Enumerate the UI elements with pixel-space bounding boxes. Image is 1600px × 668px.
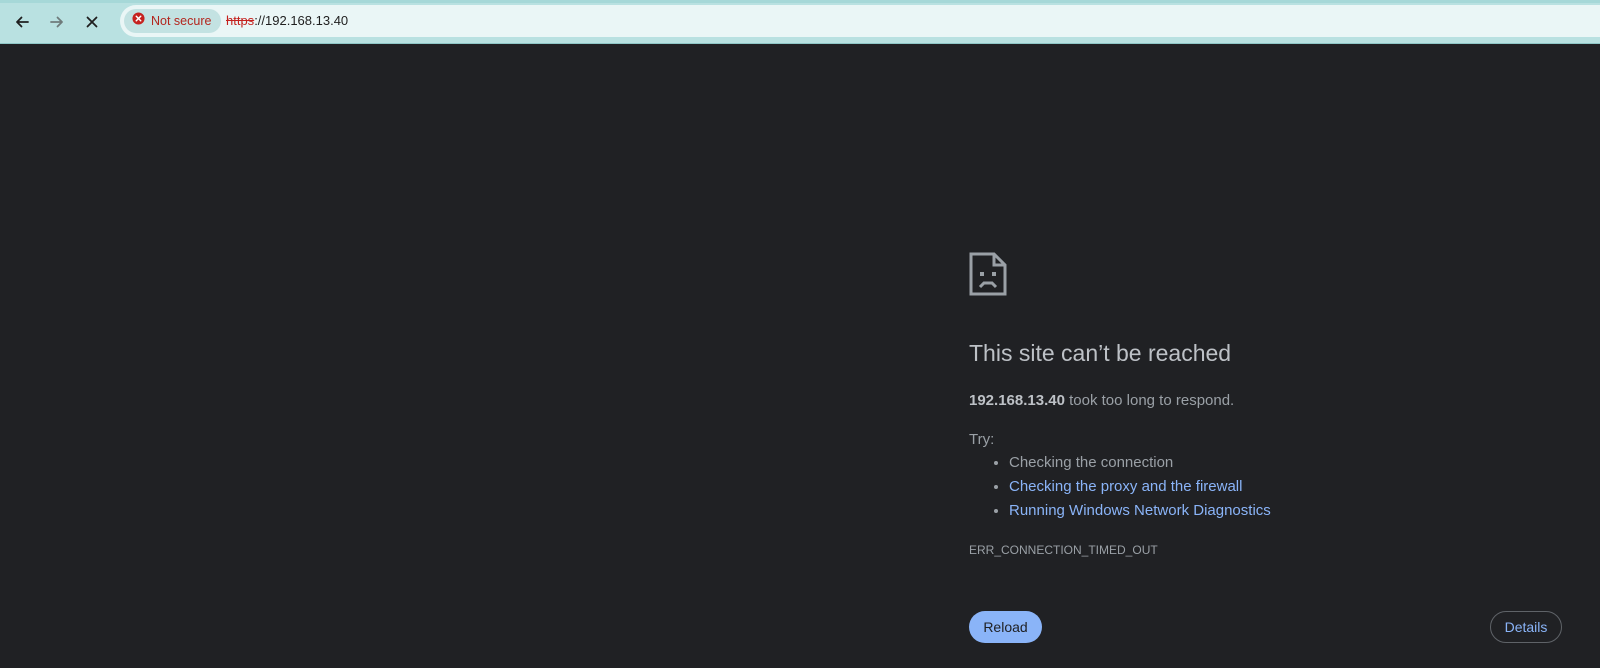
suggestion-network-diagnostics: Running Windows Network Diagnostics (1009, 499, 1271, 523)
error-description: 192.168.13.40 took too long to respond. (969, 392, 1234, 409)
suggestion-check-proxy: Checking the proxy and the firewall (1009, 475, 1271, 499)
proxy-firewall-link[interactable]: Checking the proxy and the firewall (1009, 478, 1242, 495)
security-chip[interactable]: Not secure (124, 9, 222, 33)
url-host: ://192.168.13.40 (254, 13, 349, 28)
error-title: This site can’t be reached (969, 340, 1232, 366)
address-bar[interactable]: Not secure https://192.168.13.40 (120, 5, 1600, 37)
forward-button[interactable] (42, 7, 72, 37)
error-code: ERR_CONNECTION_TIMED_OUT (969, 543, 1158, 557)
sad-page-icon (969, 252, 1007, 301)
arrow-left-icon (14, 14, 30, 30)
url-text[interactable]: https://192.168.13.40 (226, 5, 348, 37)
try-label: Try: (969, 431, 995, 448)
error-description-text: took too long to respond. (1069, 392, 1235, 409)
arrow-right-icon (49, 14, 65, 30)
suggestion-text: Checking the connection (1009, 454, 1174, 471)
security-label: Not secure (151, 14, 212, 28)
details-button[interactable]: Details (1490, 611, 1562, 643)
stop-loading-button[interactable] (77, 7, 107, 37)
suggestions-list: Checking the connection Checking the pro… (969, 451, 1271, 523)
network-diagnostics-link[interactable]: Running Windows Network Diagnostics (1009, 502, 1271, 519)
close-icon (85, 15, 99, 29)
error-host: 192.168.13.40 (969, 392, 1065, 409)
url-scheme: https (226, 13, 255, 28)
toolbar-accent (0, 0, 1600, 3)
reload-button[interactable]: Reload (969, 611, 1042, 643)
suggestion-check-connection: Checking the connection (1009, 451, 1271, 475)
error-circle-icon (132, 12, 145, 30)
browser-toolbar: Not secure https://192.168.13.40 (0, 0, 1600, 44)
back-button[interactable] (7, 7, 37, 37)
